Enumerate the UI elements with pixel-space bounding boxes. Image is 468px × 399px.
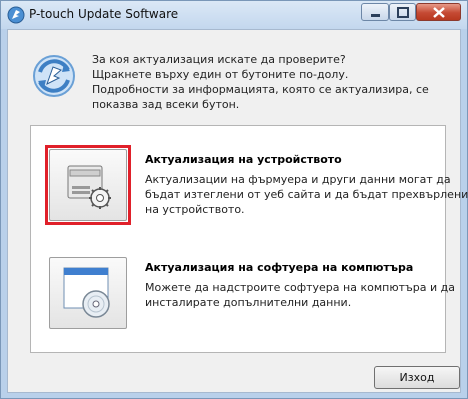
device-update-title: Актуализация на устройството: [145, 153, 342, 166]
software-update-description: Можете да надстроите софтуера на компютъ…: [145, 280, 455, 310]
desc-line: Актуализации на фърмуера и други данни м…: [145, 173, 451, 186]
software-update-title: Актуализация на софтуера на компютъра: [145, 261, 414, 274]
printer-gear-icon: [67, 165, 111, 209]
update-refresh-icon: [33, 55, 75, 97]
title-bar[interactable]: P-touch Update Software: [1, 1, 467, 29]
intro-line: Подробности за информацията, която се ак…: [92, 83, 429, 96]
maximize-icon: [397, 7, 409, 18]
intro-line: показва зад всеки бутон.: [92, 98, 240, 111]
close-icon: [433, 7, 445, 18]
window-disc-icon: [63, 267, 110, 318]
desc-line: на устройството.: [145, 203, 245, 216]
device-update-button[interactable]: [49, 149, 127, 221]
device-update-description: Актуализации на фърмуера и други данни м…: [145, 172, 468, 217]
exit-button[interactable]: Изход: [374, 366, 460, 389]
desc-line: бъдат изтеглени от уеб сайта и да бъдат …: [145, 188, 468, 201]
desc-line: Можете да надстроите софтуера на компютъ…: [145, 281, 455, 294]
minimize-icon: [371, 14, 380, 17]
dialog-body: За коя актуализация искате да проверите?…: [7, 29, 468, 393]
close-button[interactable]: [416, 3, 461, 21]
maximize-button[interactable]: [389, 3, 416, 21]
intro-line: Щракнете върху един от бутоните по-долу.: [92, 68, 349, 81]
minimize-button[interactable]: [361, 3, 389, 21]
app-window: P-touch Update Software За коя актуализа…: [0, 0, 468, 399]
intro-line: За коя актуализация искате да проверите?: [92, 53, 346, 66]
desc-line: инсталирате допълнителни данни.: [145, 296, 352, 309]
app-icon: [7, 6, 25, 24]
software-update-button[interactable]: [49, 257, 127, 329]
options-panel: Актуализация на устройството Актуализаци…: [30, 125, 468, 353]
intro-text: За коя актуализация искате да проверите?…: [92, 52, 432, 112]
window-title: P-touch Update Software: [29, 7, 179, 21]
